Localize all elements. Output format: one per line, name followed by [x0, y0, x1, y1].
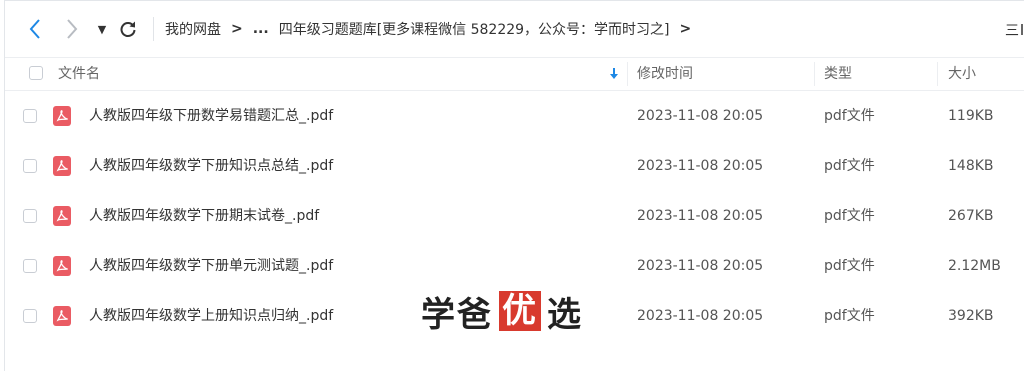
file-modified: 2023-11-08 20:05 — [637, 308, 764, 324]
file-modified: 2023-11-08 20:05 — [637, 158, 764, 174]
column-header-name[interactable]: 文件名 — [58, 58, 100, 90]
file-modified: 2023-11-08 20:05 — [637, 258, 764, 274]
breadcrumb-root[interactable]: 我的网盘 — [165, 19, 221, 39]
file-size: 148KB — [948, 158, 994, 174]
chevron-left-icon — [29, 19, 40, 39]
file-size: 119KB — [948, 108, 994, 124]
breadcrumb-separator: > — [679, 21, 692, 37]
history-dropdown-button[interactable]: ▼ — [95, 16, 109, 42]
pdf-file-icon — [53, 206, 71, 226]
file-modified: 2023-11-08 20:05 — [637, 108, 764, 124]
file-type: pdf文件 — [824, 308, 875, 324]
row-checkbox[interactable] — [23, 259, 37, 273]
refresh-icon — [120, 21, 136, 37]
breadcrumb-separator: > — [231, 21, 243, 37]
file-name[interactable]: 人教版四年级数学下册期末试卷_.pdf — [89, 191, 319, 241]
row-checkbox[interactable] — [23, 159, 37, 173]
caret-down-icon: ▼ — [97, 22, 107, 36]
chevron-right-icon — [67, 19, 78, 39]
sort-descending-icon[interactable] — [609, 58, 619, 90]
sort-arrow-icon — [1021, 24, 1023, 35]
file-type: pdf文件 — [824, 258, 875, 274]
forward-button[interactable] — [62, 16, 82, 42]
file-name[interactable]: 人教版四年级下册数学易错题汇总_.pdf — [89, 91, 333, 141]
watermark-text: 选 — [547, 294, 583, 335]
view-mode-button[interactable]: 三 — [1005, 20, 1024, 40]
refresh-button[interactable] — [117, 16, 139, 42]
watermark-highlight: 优 — [499, 291, 541, 331]
column-header-modified[interactable]: 修改时间 — [637, 58, 693, 90]
breadcrumb-current[interactable]: 四年级习题题库[更多课程微信 582229，公众号：学而时习之] — [279, 19, 670, 39]
watermark-text: 学爸 — [421, 294, 493, 335]
back-button[interactable] — [25, 16, 45, 42]
row-checkbox[interactable] — [23, 109, 37, 123]
row-checkbox[interactable] — [23, 209, 37, 223]
file-name[interactable]: 人教版四年级数学上册知识点归纳_.pdf — [89, 291, 333, 341]
breadcrumb-ellipsis[interactable]: ... — [253, 21, 269, 37]
column-header-size[interactable]: 大小 — [948, 58, 976, 90]
table-row[interactable]: 人教版四年级数学下册知识点总结_.pdf 2023-11-08 20:05 pd… — [5, 141, 1024, 191]
column-divider[interactable] — [937, 62, 938, 86]
watermark-logo: 学爸 优 选 — [421, 288, 583, 335]
file-name[interactable]: 人教版四年级数学下册知识点总结_.pdf — [89, 141, 333, 191]
file-type: pdf文件 — [824, 108, 875, 124]
table-row[interactable]: 人教版四年级数学下册单元测试题_.pdf 2023-11-08 20:05 pd… — [5, 241, 1024, 291]
table-row[interactable]: 人教版四年级下册数学易错题汇总_.pdf 2023-11-08 20:05 pd… — [5, 91, 1024, 141]
pdf-file-icon — [53, 106, 71, 126]
row-checkbox[interactable] — [23, 309, 37, 323]
select-all-checkbox[interactable] — [29, 66, 43, 80]
pdf-file-icon — [53, 256, 71, 276]
column-divider[interactable] — [814, 62, 815, 86]
table-row[interactable]: 人教版四年级数学下册期末试卷_.pdf 2023-11-08 20:05 pdf… — [5, 191, 1024, 241]
file-size: 2.12MB — [948, 258, 1001, 274]
file-size: 267KB — [948, 208, 994, 224]
file-name[interactable]: 人教版四年级数学下册单元测试题_.pdf — [89, 241, 333, 291]
breadcrumb: 我的网盘 > ... 四年级习题题库[更多课程微信 582229，公众号：学而时… — [165, 17, 701, 41]
file-type: pdf文件 — [824, 208, 875, 224]
table-header: 文件名 修改时间 类型 大小 — [5, 57, 1024, 91]
list-view-icon: 三 — [1005, 23, 1019, 39]
column-header-type[interactable]: 类型 — [824, 58, 852, 90]
file-type: pdf文件 — [824, 158, 875, 174]
pdf-file-icon — [53, 306, 71, 326]
toolbar: ▼ 我的网盘 > ... 四年级习题题库[更多课程微信 582229，公众号：学… — [5, 1, 1024, 57]
column-divider[interactable] — [627, 62, 628, 86]
file-modified: 2023-11-08 20:05 — [637, 208, 764, 224]
file-size: 392KB — [948, 308, 994, 324]
pdf-file-icon — [53, 156, 71, 176]
toolbar-divider — [153, 17, 154, 41]
